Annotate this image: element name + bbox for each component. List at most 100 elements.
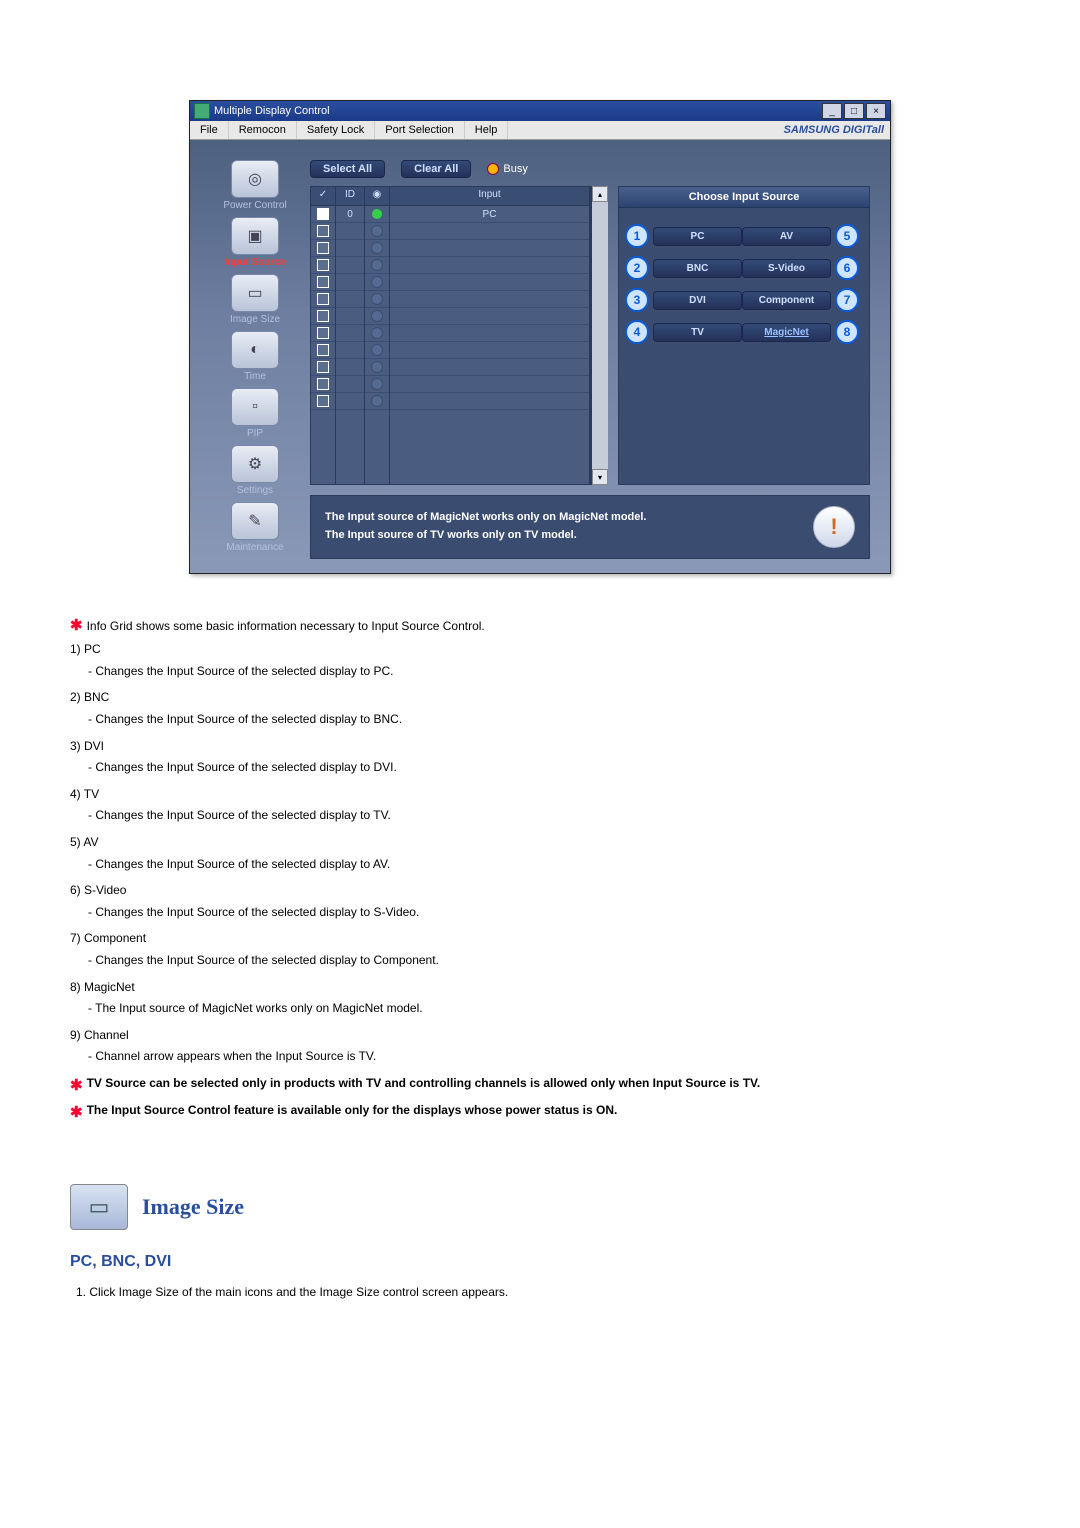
source-button-pc[interactable]: PC <box>653 227 742 246</box>
grid-scrollbar[interactable]: ▴ ▾ <box>591 186 608 485</box>
sidebar-item-pip[interactable]: ▫ PIP <box>200 388 310 439</box>
status-dot-icon <box>371 293 383 305</box>
grid-cell[interactable] <box>336 359 364 376</box>
menu-port-selection[interactable]: Port Selection <box>375 121 464 139</box>
grid-cell[interactable] <box>390 240 589 257</box>
sidebar-item-input-source[interactable]: ▣ Input Source <box>200 217 310 268</box>
grid-cell[interactable] <box>311 206 335 223</box>
scroll-up-button[interactable]: ▴ <box>592 186 608 202</box>
number-badge: 6 <box>835 256 859 280</box>
grid-cell[interactable] <box>390 223 589 240</box>
grid-cell[interactable] <box>390 257 589 274</box>
source-button-component[interactable]: Component <box>742 291 831 310</box>
source-button-magicnet[interactable]: MagicNet <box>742 323 831 342</box>
minimize-button[interactable]: _ <box>822 103 842 119</box>
row-checkbox[interactable] <box>317 225 329 237</box>
grid-cell[interactable] <box>365 342 389 359</box>
grid-cell[interactable] <box>365 291 389 308</box>
grid-cell[interactable] <box>390 359 589 376</box>
doc-item-desc: - Changes the Input Source of the select… <box>88 806 1010 825</box>
grid-cell[interactable] <box>390 274 589 291</box>
row-checkbox[interactable] <box>317 276 329 288</box>
grid-cell[interactable] <box>311 325 335 342</box>
grid-cell[interactable] <box>365 274 389 291</box>
clear-all-button[interactable]: Clear All <box>401 160 471 178</box>
row-checkbox[interactable] <box>317 259 329 271</box>
grid-cell[interactable] <box>390 342 589 359</box>
sidebar-item-settings[interactable]: ⚙ Settings <box>200 445 310 496</box>
grid-cell[interactable] <box>336 342 364 359</box>
grid-cell[interactable] <box>365 393 389 410</box>
close-button[interactable]: × <box>866 103 886 119</box>
grid-cell[interactable] <box>336 257 364 274</box>
grid-cell[interactable] <box>336 393 364 410</box>
grid-cell[interactable] <box>390 291 589 308</box>
row-checkbox[interactable] <box>317 395 329 407</box>
row-checkbox[interactable] <box>317 378 329 390</box>
grid-cell[interactable] <box>365 206 389 223</box>
select-all-button[interactable]: Select All <box>310 160 385 178</box>
grid-cell[interactable]: PC <box>390 206 589 223</box>
source-button-tv[interactable]: TV <box>653 323 742 342</box>
sidebar-item-label: Image Size <box>200 314 310 325</box>
grid-cell[interactable] <box>311 240 335 257</box>
star-icon: ✱ <box>70 1074 83 1097</box>
grid-cell[interactable] <box>311 359 335 376</box>
menu-help[interactable]: Help <box>465 121 509 139</box>
source-button-av[interactable]: AV <box>742 227 831 246</box>
grid-header: ID <box>336 187 364 206</box>
grid-cell[interactable] <box>311 291 335 308</box>
grid-cell[interactable] <box>390 325 589 342</box>
grid-cell[interactable] <box>336 291 364 308</box>
source-button-dvi[interactable]: DVI <box>653 291 742 310</box>
grid-cell[interactable] <box>311 308 335 325</box>
grid-cell[interactable] <box>365 223 389 240</box>
row-checkbox[interactable] <box>317 327 329 339</box>
source-button-bnc[interactable]: BNC <box>653 259 742 278</box>
row-checkbox[interactable] <box>317 242 329 254</box>
grid-cell[interactable] <box>336 376 364 393</box>
grid-cell[interactable] <box>365 308 389 325</box>
grid-cell[interactable] <box>365 376 389 393</box>
row-checkbox[interactable] <box>317 208 329 220</box>
grid-cell[interactable] <box>390 376 589 393</box>
row-checkbox[interactable] <box>317 344 329 356</box>
source-button-s-video[interactable]: S-Video <box>742 259 831 278</box>
grid-cell[interactable] <box>336 325 364 342</box>
grid-cell[interactable] <box>365 240 389 257</box>
app-window: Multiple Display Control _ □ × File Remo… <box>189 100 891 574</box>
menu-safety-lock[interactable]: Safety Lock <box>297 121 375 139</box>
menu-file[interactable]: File <box>190 121 229 139</box>
sidebar-item-image-size[interactable]: ▭ Image Size <box>200 274 310 325</box>
grid-cell[interactable] <box>336 240 364 257</box>
sidebar-item-label: PIP <box>200 428 310 439</box>
info-grid: ✓ID0◉InputPC <box>310 186 591 485</box>
grid-cell[interactable] <box>336 274 364 291</box>
sidebar-item-time[interactable]: ◐ Time <box>200 331 310 382</box>
scroll-down-button[interactable]: ▾ <box>592 469 608 485</box>
grid-cell[interactable] <box>336 308 364 325</box>
maximize-button[interactable]: □ <box>844 103 864 119</box>
menu-remocon[interactable]: Remocon <box>229 121 297 139</box>
grid-cell[interactable] <box>311 223 335 240</box>
grid-cell[interactable]: 0 <box>336 206 364 223</box>
grid-cell[interactable] <box>311 376 335 393</box>
grid-cell[interactable] <box>311 393 335 410</box>
grid-cell[interactable] <box>390 308 589 325</box>
sidebar-item-maintenance[interactable]: ✎ Maintenance <box>200 502 310 553</box>
star-icon: ✱ <box>70 617 83 634</box>
grid-cell[interactable] <box>365 257 389 274</box>
row-checkbox[interactable] <box>317 293 329 305</box>
row-checkbox[interactable] <box>317 361 329 373</box>
grid-cell[interactable] <box>365 359 389 376</box>
grid-cell[interactable] <box>311 257 335 274</box>
row-checkbox[interactable] <box>317 310 329 322</box>
grid-cell[interactable] <box>365 325 389 342</box>
grid-cell[interactable] <box>311 342 335 359</box>
grid-cell[interactable] <box>390 393 589 410</box>
sidebar-item-power-control[interactable]: ◎ Power Control <box>200 160 310 211</box>
grid-cell[interactable] <box>336 223 364 240</box>
grid-cell[interactable] <box>311 274 335 291</box>
number-badge: 4 <box>625 320 649 344</box>
alert-icon: ! <box>813 506 855 548</box>
